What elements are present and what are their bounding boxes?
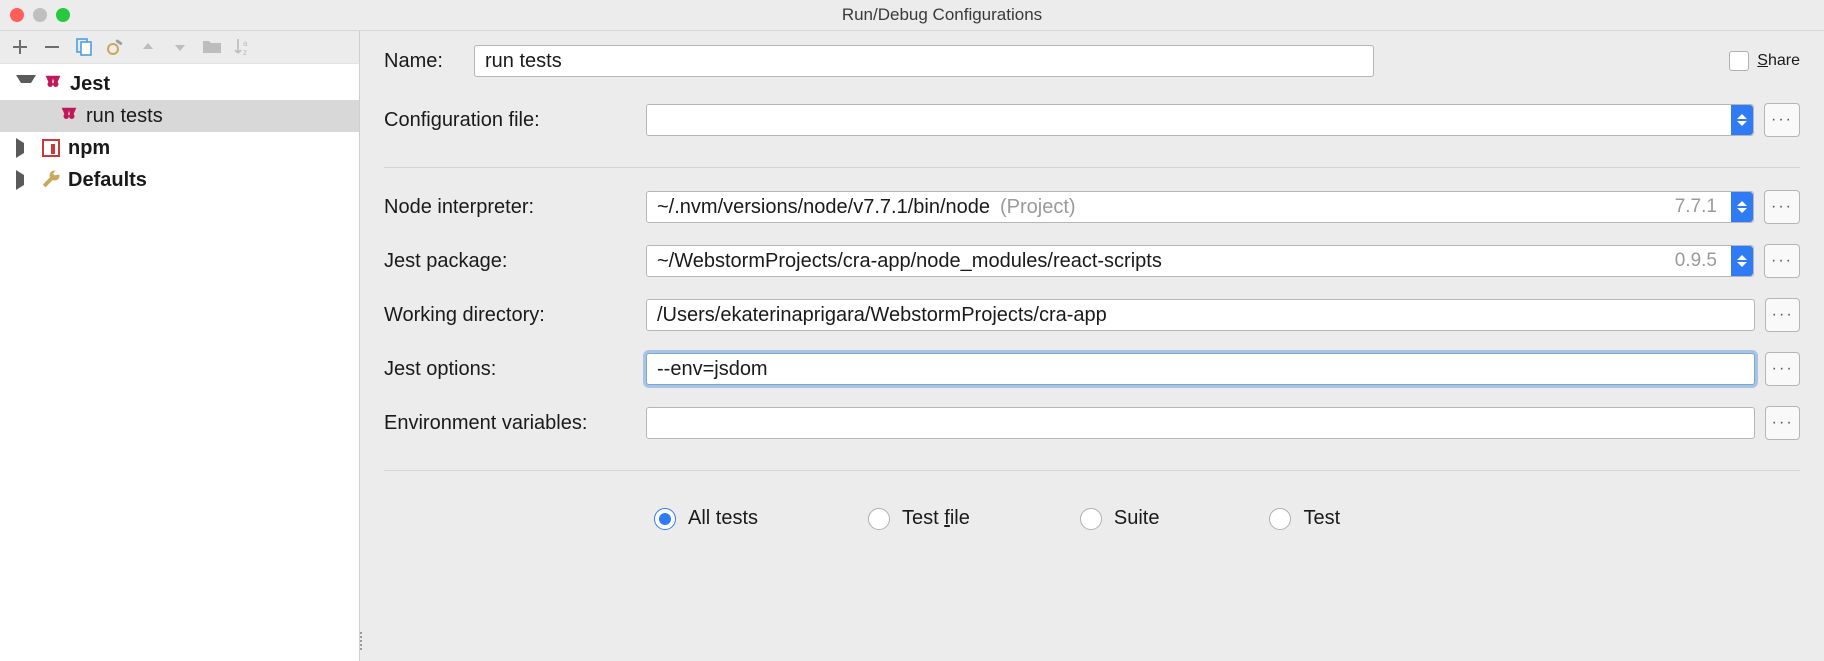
test-scope-radios: All tests Test file Suite Test <box>384 507 1800 530</box>
configuration-file-select[interactable] <box>646 104 1754 136</box>
sidebar-toolbar: az <box>0 31 360 64</box>
dropdown-arrows-icon <box>1731 105 1753 135</box>
jest-options-label: Jest options: <box>384 358 646 381</box>
node-interpreter-version: 7.7.1 <box>1675 196 1717 218</box>
sort-alpha-button[interactable]: az <box>234 37 254 57</box>
environment-variables-browse-button[interactable]: ··· <box>1765 406 1800 440</box>
svg-text:a: a <box>243 39 248 48</box>
radio-label: Test <box>1303 507 1340 530</box>
tree-node-defaults[interactable]: Defaults <box>0 164 359 196</box>
radio-suite[interactable]: Suite <box>1080 507 1160 530</box>
working-directory-browse-button[interactable]: ··· <box>1765 298 1800 332</box>
radio-button-icon <box>1080 508 1102 530</box>
radio-button-icon <box>1269 508 1291 530</box>
share-label: Share <box>1757 52 1800 70</box>
configuration-file-browse-button[interactable]: ··· <box>1764 103 1800 137</box>
sidebar-resize-handle[interactable] <box>356 626 366 656</box>
node-interpreter-browse-button[interactable]: ··· <box>1764 190 1800 224</box>
radio-button-icon <box>868 508 890 530</box>
tree-node-npm[interactable]: npm <box>0 132 359 164</box>
configurations-tree[interactable]: Jest run tests npm <box>0 64 359 196</box>
environment-variables-label: Environment variables: <box>384 412 646 435</box>
radio-test[interactable]: Test <box>1269 507 1340 530</box>
jest-package-version: 0.9.5 <box>1675 250 1717 272</box>
tree-node-label: npm <box>68 137 110 160</box>
section-separator <box>384 167 1800 168</box>
npm-icon <box>40 137 62 159</box>
copy-configuration-button[interactable] <box>74 37 94 57</box>
radio-label: Suite <box>1114 507 1160 530</box>
run-debug-configurations-window: Run/Debug Configurations <box>0 0 1824 660</box>
expand-toggle-icon[interactable] <box>16 170 34 190</box>
jest-package-value: ~/WebstormProjects/cra-app/node_modules/… <box>657 250 1162 273</box>
svg-text:z: z <box>243 48 247 57</box>
configuration-file-label: Configuration file: <box>384 109 646 132</box>
jest-package-browse-button[interactable]: ··· <box>1764 244 1800 278</box>
tree-node-jest[interactable]: Jest <box>0 68 359 100</box>
expand-toggle-icon[interactable] <box>16 138 34 158</box>
folder-button[interactable] <box>202 37 222 57</box>
window-zoom-button[interactable] <box>56 8 70 22</box>
node-interpreter-label: Node interpreter: <box>384 196 646 219</box>
environment-variables-input[interactable] <box>646 407 1755 439</box>
jest-icon <box>58 105 80 127</box>
working-directory-input[interactable] <box>646 299 1755 331</box>
jest-options-expand-button[interactable]: ··· <box>1765 352 1800 386</box>
wrench-icon <box>40 169 62 191</box>
node-interpreter-value: ~/.nvm/versions/node/v7.7.1/bin/node <box>657 196 990 219</box>
share-option[interactable]: Share <box>1729 51 1800 71</box>
dropdown-arrows-icon <box>1731 246 1753 276</box>
node-interpreter-select[interactable]: ~/.nvm/versions/node/v7.7.1/bin/node (Pr… <box>646 191 1754 223</box>
jest-icon <box>42 73 64 95</box>
radio-label: Test file <box>902 507 970 530</box>
expand-toggle-icon[interactable] <box>16 75 36 93</box>
name-label: Name: <box>384 50 474 73</box>
move-down-button[interactable] <box>170 37 190 57</box>
window-close-button[interactable] <box>10 8 24 22</box>
window-minimize-button[interactable] <box>33 8 47 22</box>
dropdown-arrows-icon <box>1731 192 1753 222</box>
configuration-form: Name: Share Configuration file: ··· <box>360 31 1824 661</box>
configurations-sidebar: az Jest run tests <box>0 31 360 661</box>
tree-node-label: Defaults <box>68 169 147 192</box>
add-configuration-button[interactable] <box>10 37 30 57</box>
radio-label: All tests <box>688 507 758 530</box>
share-checkbox[interactable] <box>1729 51 1749 71</box>
jest-package-select[interactable]: ~/WebstormProjects/cra-app/node_modules/… <box>646 245 1754 277</box>
working-directory-label: Working directory: <box>384 304 646 327</box>
name-input[interactable] <box>474 45 1374 77</box>
tree-node-run-tests[interactable]: run tests <box>0 100 359 132</box>
move-up-button[interactable] <box>138 37 158 57</box>
section-separator <box>384 470 1800 471</box>
node-interpreter-hint: (Project) <box>1000 196 1076 219</box>
remove-configuration-button[interactable] <box>42 37 62 57</box>
window-title: Run/Debug Configurations <box>70 5 1814 25</box>
window-traffic-lights <box>10 8 70 22</box>
tree-node-label: run tests <box>86 105 163 128</box>
tree-node-label: Jest <box>70 73 110 96</box>
radio-test-file[interactable]: Test file <box>868 507 970 530</box>
radio-all-tests[interactable]: All tests <box>654 507 758 530</box>
jest-options-input[interactable] <box>646 353 1755 385</box>
jest-package-label: Jest package: <box>384 250 646 273</box>
window-titlebar: Run/Debug Configurations <box>0 0 1824 31</box>
edit-defaults-button[interactable] <box>106 37 126 57</box>
radio-button-icon <box>654 508 676 530</box>
